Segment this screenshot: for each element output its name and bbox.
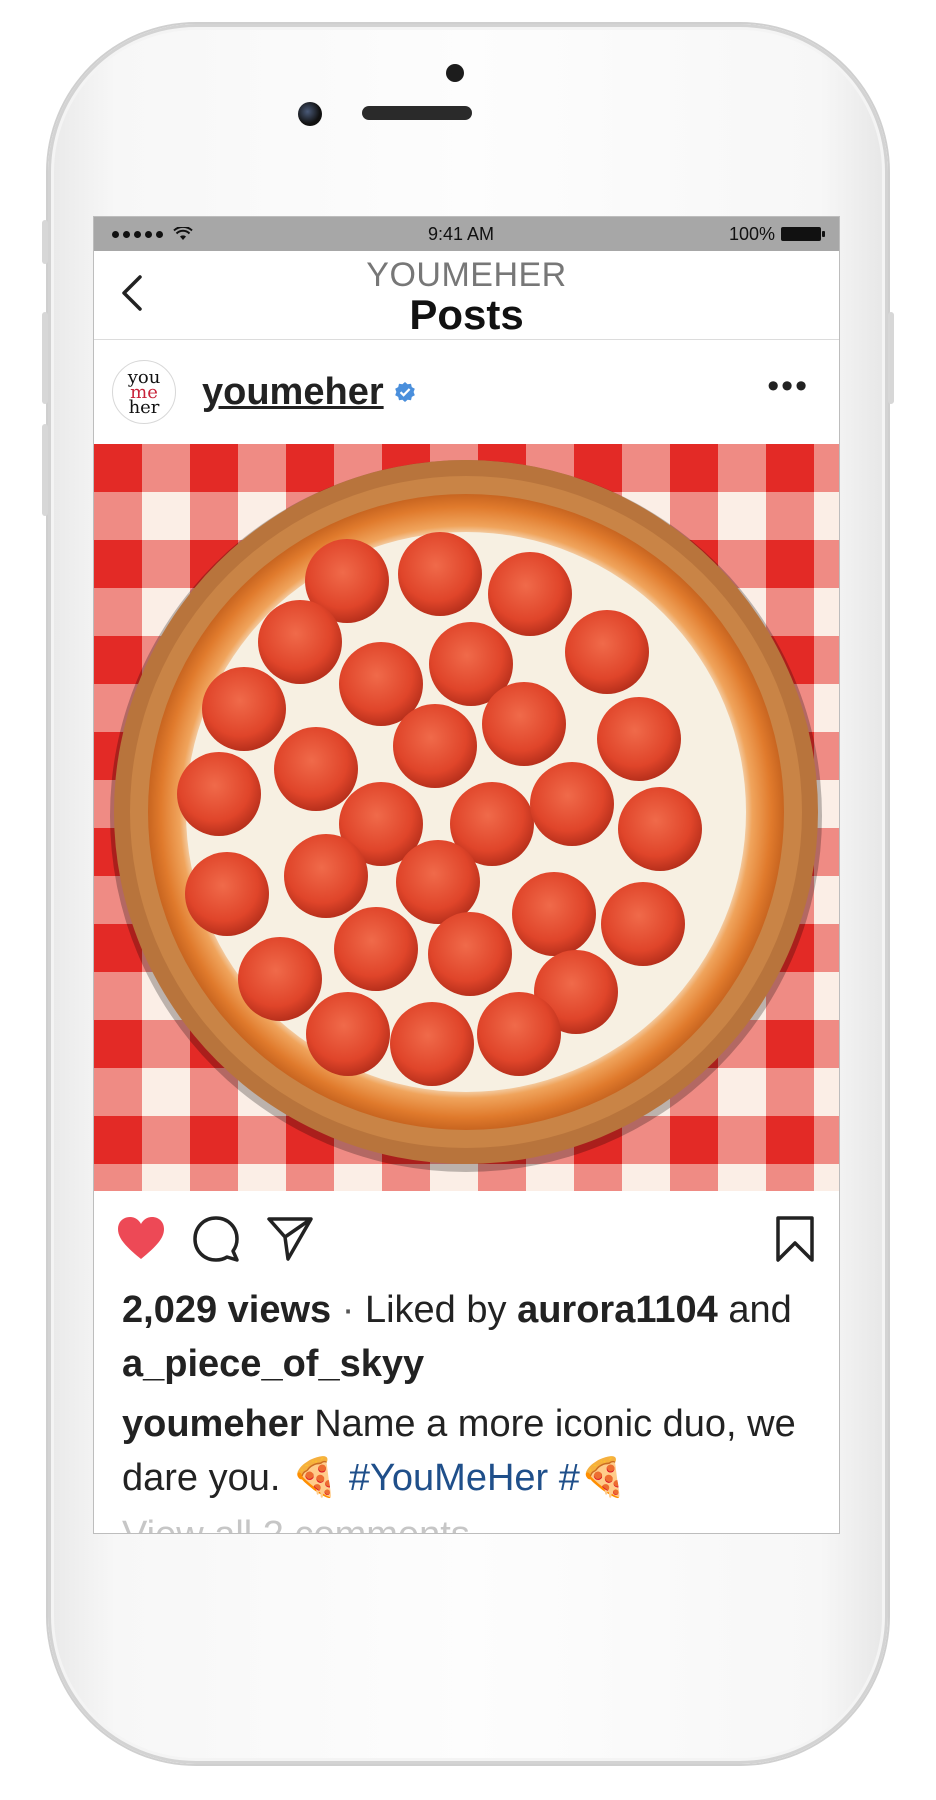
post-actions-bar: [94, 1191, 839, 1283]
post-image[interactable]: [94, 444, 839, 1191]
front-camera-icon: [298, 102, 322, 126]
pizza-emoji-icon: 🍕: [291, 1457, 339, 1499]
post-header: you me her youmeher •••: [94, 340, 839, 444]
avatar[interactable]: you me her: [112, 360, 176, 424]
status-time: 9:41 AM: [427, 223, 494, 244]
bookmark-icon[interactable]: [775, 1215, 815, 1263]
post-details: 2,029 views · Liked by aurora1104 and a_…: [94, 1283, 839, 1533]
profile-name-heading: YOUMEHER: [366, 256, 567, 294]
battery-indicator: 100%: [728, 223, 825, 245]
caption: youmeher Name a more iconic duo, we dare…: [122, 1397, 811, 1505]
screen: 9:41 AM 100% YOUMEHER Posts you me her y…: [93, 216, 840, 1534]
comment-icon[interactable]: [192, 1215, 240, 1263]
hashtag-pizza[interactable]: #🍕: [559, 1457, 627, 1499]
volume-down-button: [42, 424, 48, 516]
verified-badge-icon: [394, 382, 415, 402]
liker-username-2[interactable]: a_piece_of_skyy: [122, 1343, 424, 1385]
battery-percent: 100%: [728, 223, 775, 244]
separator: ·: [341, 1289, 355, 1331]
post-username-link[interactable]: youmeher: [202, 371, 384, 414]
caption-username[interactable]: youmeher: [122, 1403, 304, 1445]
heart-icon[interactable]: [116, 1215, 166, 1261]
power-button: [888, 312, 894, 404]
navigation-bar: YOUMEHER Posts: [94, 251, 839, 340]
pepperoni-pizza-photo: [94, 444, 839, 1191]
likes-line: 2,029 views · Liked by aurora1104 and a_…: [122, 1283, 811, 1391]
top-sensor: [446, 64, 464, 82]
back-chevron-icon[interactable]: [116, 273, 152, 313]
wifi-icon: [173, 227, 193, 240]
and-label: and: [728, 1289, 792, 1331]
mute-switch: [42, 220, 48, 264]
share-icon[interactable]: [266, 1215, 314, 1261]
hashtag-youmeher[interactable]: #YouMeHer: [349, 1457, 548, 1499]
earpiece-speaker: [362, 106, 472, 120]
volume-up-button: [42, 312, 48, 404]
view-count[interactable]: 2,029 views: [122, 1289, 331, 1331]
liked-by-label: Liked by: [364, 1289, 507, 1331]
hashtag-symbol: #: [558, 1457, 580, 1499]
battery-icon: [781, 227, 825, 241]
status-bar: 9:41 AM 100%: [94, 217, 839, 251]
pizza-emoji-icon-2: 🍕: [579, 1457, 628, 1499]
signal-indicator: [112, 227, 193, 241]
avatar-text-her: her: [128, 396, 160, 418]
liker-username-1[interactable]: aurora1104: [517, 1289, 718, 1331]
view-all-comments-link[interactable]: View all 2 comments: [122, 1515, 811, 1533]
more-options-icon[interactable]: •••: [767, 369, 809, 403]
page-title: Posts: [409, 291, 524, 338]
